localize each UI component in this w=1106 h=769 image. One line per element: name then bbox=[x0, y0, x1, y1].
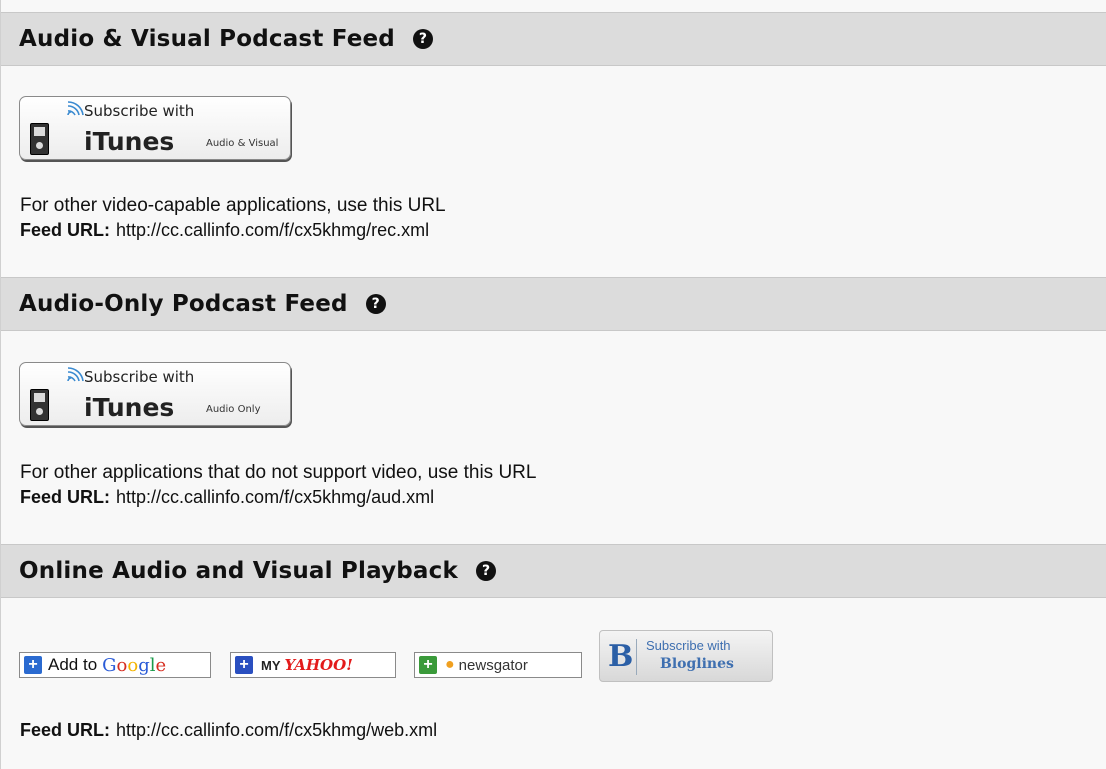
plus-icon: + bbox=[419, 656, 437, 674]
itunes-type-label: Audio & Visual bbox=[206, 138, 279, 149]
subscribe-with-label: Subscribe with bbox=[84, 368, 195, 386]
section-title: Audio-Only Podcast Feed bbox=[19, 291, 348, 317]
feed-description: For other video-capable applications, us… bbox=[20, 195, 446, 216]
bloglines-label: Bloglines bbox=[660, 656, 734, 672]
feed-url-line: Feed URL: http://cc.callinfo.com/f/cx5khm… bbox=[20, 720, 437, 741]
ipod-icon bbox=[30, 389, 49, 421]
feed-url-web[interactable]: http://cc.callinfo.com/f/cx5khmg/web.xml bbox=[116, 720, 437, 740]
itunes-label: iTunes bbox=[84, 127, 175, 156]
section-header-audio-only: Audio-Only Podcast Feed ? bbox=[1, 277, 1106, 331]
subscribe-with-bloglines-button[interactable]: B Subscribe with Bloglines bbox=[599, 630, 773, 682]
feed-url-label: Feed URL: bbox=[20, 487, 110, 507]
plus-icon: + bbox=[24, 656, 42, 674]
plus-icon: + bbox=[235, 656, 253, 674]
ipod-icon bbox=[30, 123, 49, 155]
section-title: Online Audio and Visual Playback bbox=[19, 558, 458, 584]
yahoo-logo: YAHOO! bbox=[284, 656, 353, 674]
add-to-google-button[interactable]: + Add to Google bbox=[19, 652, 211, 678]
my-label: MY bbox=[261, 657, 281, 673]
feed-description: For other applications that do not suppo… bbox=[20, 462, 537, 483]
feed-url-line: Feed URL: http://cc.callinfo.com/f/cx5khm… bbox=[20, 487, 434, 508]
feed-url-aud[interactable]: http://cc.callinfo.com/f/cx5khmg/aud.xml bbox=[116, 487, 434, 507]
section-header-online-playback: Online Audio and Visual Playback ? bbox=[1, 544, 1106, 598]
signal-icon bbox=[67, 101, 84, 116]
section-title: Audio & Visual Podcast Feed bbox=[19, 26, 395, 52]
feed-url-label: Feed URL: bbox=[20, 220, 110, 240]
newsgator-icon: ● bbox=[445, 656, 455, 673]
add-to-label: Add to bbox=[48, 655, 98, 674]
newsgator-logo: newsgator bbox=[458, 656, 528, 674]
feed-url-rec[interactable]: http://cc.callinfo.com/f/cx5khmg/rec.xml bbox=[116, 220, 429, 240]
bloglines-logo: B bbox=[608, 639, 634, 674]
subscribe-with-label: Subscribe with bbox=[646, 638, 731, 653]
section-header-audio-visual: Audio & Visual Podcast Feed ? bbox=[1, 12, 1106, 66]
help-icon[interactable]: ? bbox=[412, 29, 433, 49]
help-icon[interactable]: ? bbox=[476, 561, 496, 581]
divider bbox=[636, 639, 637, 675]
google-logo: Google bbox=[102, 654, 167, 676]
itunes-label: iTunes bbox=[84, 393, 175, 422]
podcast-feeds-page: Audio & Visual Podcast Feed ? Subscribe … bbox=[0, 0, 1106, 769]
feed-url-label: Feed URL: bbox=[20, 720, 110, 740]
signal-icon bbox=[67, 367, 84, 382]
add-to-my-yahoo-button[interactable]: + MY YAHOO! bbox=[230, 652, 396, 678]
itunes-subscribe-audio-only-button[interactable]: Subscribe with iTunes Audio Only bbox=[19, 362, 291, 426]
itunes-subscribe-audio-visual-button[interactable]: Subscribe with iTunes Audio & Visual bbox=[19, 96, 291, 160]
help-icon[interactable]: ? bbox=[365, 294, 386, 314]
feed-url-line: Feed URL: http://cc.callinfo.com/f/cx5khm… bbox=[20, 220, 429, 241]
add-to-newsgator-button[interactable]: + ● newsgator bbox=[414, 652, 582, 678]
itunes-type-label: Audio Only bbox=[206, 404, 261, 415]
subscribe-with-label: Subscribe with bbox=[84, 102, 195, 120]
